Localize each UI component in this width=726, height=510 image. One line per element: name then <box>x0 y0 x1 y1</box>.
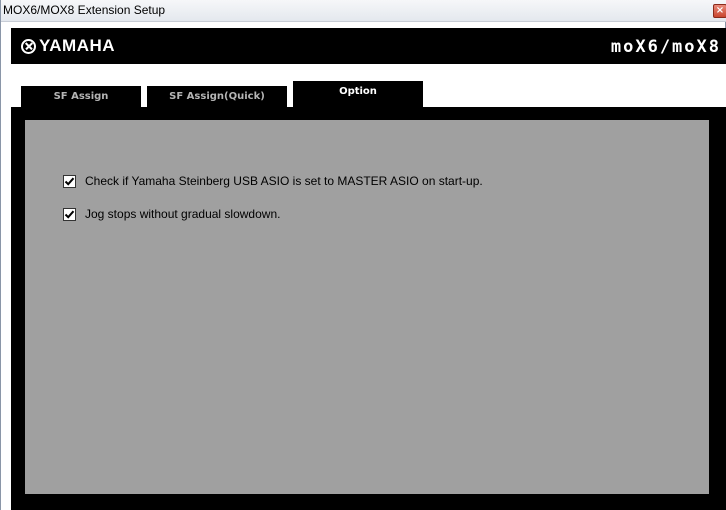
brand-header: YAMAHA moX6/moX8 <box>11 28 726 64</box>
asio-option-label: Check if Yamaha Steinberg USB ASIO is se… <box>85 174 483 188</box>
tab-option[interactable]: Option <box>293 81 423 107</box>
close-icon: × <box>715 5 725 16</box>
brand-name: YAMAHA <box>39 36 116 55</box>
tab-sf-assign[interactable]: SF Assign <box>21 86 141 107</box>
option-panel: Check if Yamaha Steinberg USB ASIO is se… <box>25 120 709 494</box>
window-title: MOX6/MOX8 Extension Setup <box>3 3 166 17</box>
main-frame: YAMAHA moX6/moX8 SF Assign SF Assign(Qui… <box>11 28 726 510</box>
close-button[interactable]: × <box>713 4 726 18</box>
title-bar[interactable]: MOX6/MOX8 Extension Setup × <box>1 0 726 22</box>
checkmark-icon <box>64 210 75 219</box>
yamaha-logo: YAMAHA <box>21 36 115 56</box>
option-check-asio[interactable]: Check if Yamaha Steinberg USB ASIO is se… <box>63 173 483 189</box>
tab-sf-assign-quick[interactable]: SF Assign(Quick) <box>147 86 287 107</box>
checkmark-icon <box>64 177 75 186</box>
jog-option-label: Jog stops without gradual slowdown. <box>85 207 281 221</box>
option-panel-frame: Check if Yamaha Steinberg USB ASIO is se… <box>11 107 726 510</box>
jog-checkbox[interactable] <box>63 207 76 221</box>
product-logo: moX6/moX8 <box>610 37 721 57</box>
tab-strip: SF Assign SF Assign(Quick) Option <box>11 64 726 107</box>
yamaha-tuning-fork-emblem-icon <box>21 38 36 54</box>
asio-checkbox[interactable] <box>63 174 76 188</box>
option-jog-stops[interactable]: Jog stops without gradual slowdown. <box>63 206 280 222</box>
app-window: MOX6/MOX8 Extension Setup × YAMAHA moX6/… <box>0 0 726 510</box>
